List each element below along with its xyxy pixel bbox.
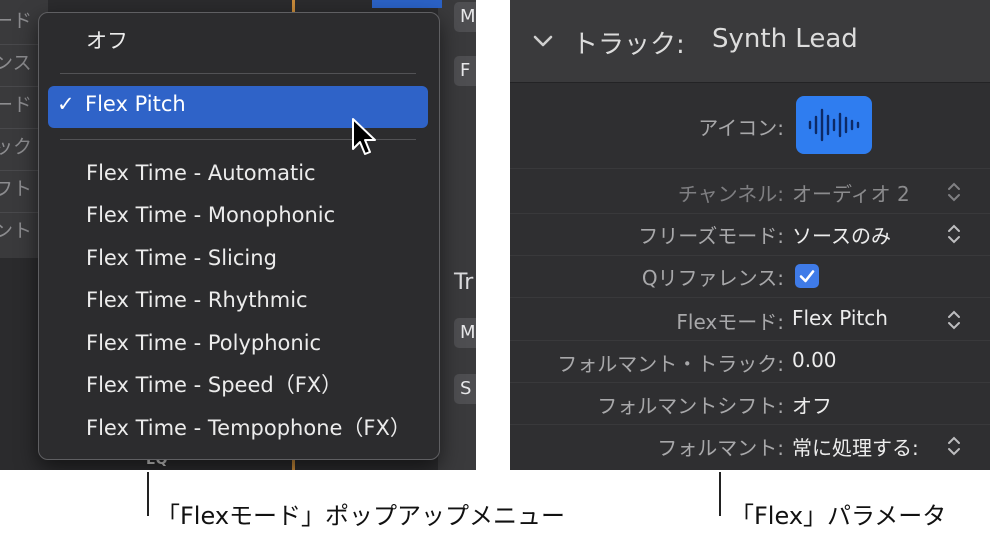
caption-flex-mode-menu: 「Flexモード」ポップアップメニュー (156, 502, 566, 530)
callout-line (719, 472, 721, 516)
menu-item-off[interactable]: オフ (86, 26, 128, 56)
menu-item-flex-time-tempophone-fx[interactable]: Flex Time - Tempophone（FX） (86, 413, 411, 443)
playhead-line (292, 0, 295, 12)
track-inspector: トラック: Synth Lead アイコン: チャンネル: オーディオ 2 フリ… (510, 0, 990, 470)
formant-label: フォルマント: (657, 436, 784, 460)
menu-item-flex-time-rhythmic[interactable]: Flex Time - Rhythmic (86, 285, 308, 315)
row-divider (510, 382, 990, 383)
row-divider (510, 297, 990, 298)
menu-item-flex-time-monophonic[interactable]: Flex Time - Monophonic (86, 200, 335, 230)
stepper-icon[interactable] (947, 181, 961, 203)
channel-value[interactable]: オーディオ 2 (792, 178, 910, 207)
f-button[interactable]: F (454, 56, 476, 86)
flex-mode-screenshot: ード ンス ード ック フト ント M F Tr M S EQ オフ ✓ Fle… (0, 0, 476, 470)
track-icon-button[interactable] (796, 96, 872, 154)
track-label: Tr (454, 270, 474, 295)
menu-item-flex-time-slicing[interactable]: Flex Time - Slicing (86, 243, 277, 273)
row-divider (510, 255, 990, 256)
q-reference-label: Qリファレンス: (641, 266, 784, 290)
track-name: Synth Lead (712, 24, 858, 54)
row-divider (510, 424, 990, 425)
inspector-title-prefix: トラック: (572, 30, 685, 60)
menu-item-flex-time-polyphonic[interactable]: Flex Time - Polyphonic (86, 328, 321, 358)
formant-track-value[interactable]: 0.00 (792, 348, 837, 372)
icon-label: アイコン: (698, 116, 784, 140)
mouse-pointer-icon (352, 118, 376, 155)
flex-mode-label: Flexモード: (676, 310, 784, 334)
background-label: ード (0, 10, 33, 32)
stepper-icon[interactable] (947, 435, 961, 457)
menu-item-flex-time-automatic[interactable]: Flex Time - Automatic (86, 158, 316, 188)
q-reference-checkbox[interactable] (795, 264, 819, 288)
background-label: ード (0, 94, 33, 116)
row-divider (510, 340, 990, 341)
selected-region-bar (372, 0, 442, 8)
background-label: ック (0, 136, 33, 158)
menu-item-flex-time-speed-fx[interactable]: Flex Time - Speed（FX） (86, 370, 342, 400)
background-label: フト (0, 178, 33, 200)
chevron-down-icon[interactable] (532, 30, 554, 52)
formant-shift-value[interactable]: オフ (792, 390, 832, 419)
menu-separator (60, 73, 416, 74)
flex-mode-value[interactable]: Flex Pitch (792, 306, 888, 330)
formant-value[interactable]: 常に処理する: (792, 432, 919, 461)
checkmark-icon: ✓ (57, 92, 75, 116)
waveform-icon (808, 108, 860, 142)
freeze-mode-value[interactable]: ソースのみ (792, 220, 891, 249)
freeze-mode-label: フリーズモード: (638, 224, 784, 248)
m-button[interactable]: M (454, 2, 476, 32)
background-label: ント (0, 220, 33, 242)
stepper-icon[interactable] (947, 223, 961, 245)
checkmark-icon (799, 270, 815, 283)
m-button[interactable]: M (454, 318, 476, 348)
menu-item-label: Flex Pitch (85, 92, 186, 116)
s-button[interactable]: S (454, 374, 476, 404)
formant-shift-label: フォルマントシフト: (597, 394, 784, 418)
callout-line (147, 472, 149, 516)
channel-label: チャンネル: (677, 182, 784, 206)
background-label: ンス (0, 52, 32, 74)
row-divider (510, 213, 990, 214)
formant-track-label: フォルマント・トラック: (557, 352, 784, 376)
caption-flex-parameters: 「Flex」パラメータ (730, 502, 947, 530)
row-divider (510, 168, 990, 169)
stepper-icon[interactable] (947, 309, 961, 331)
